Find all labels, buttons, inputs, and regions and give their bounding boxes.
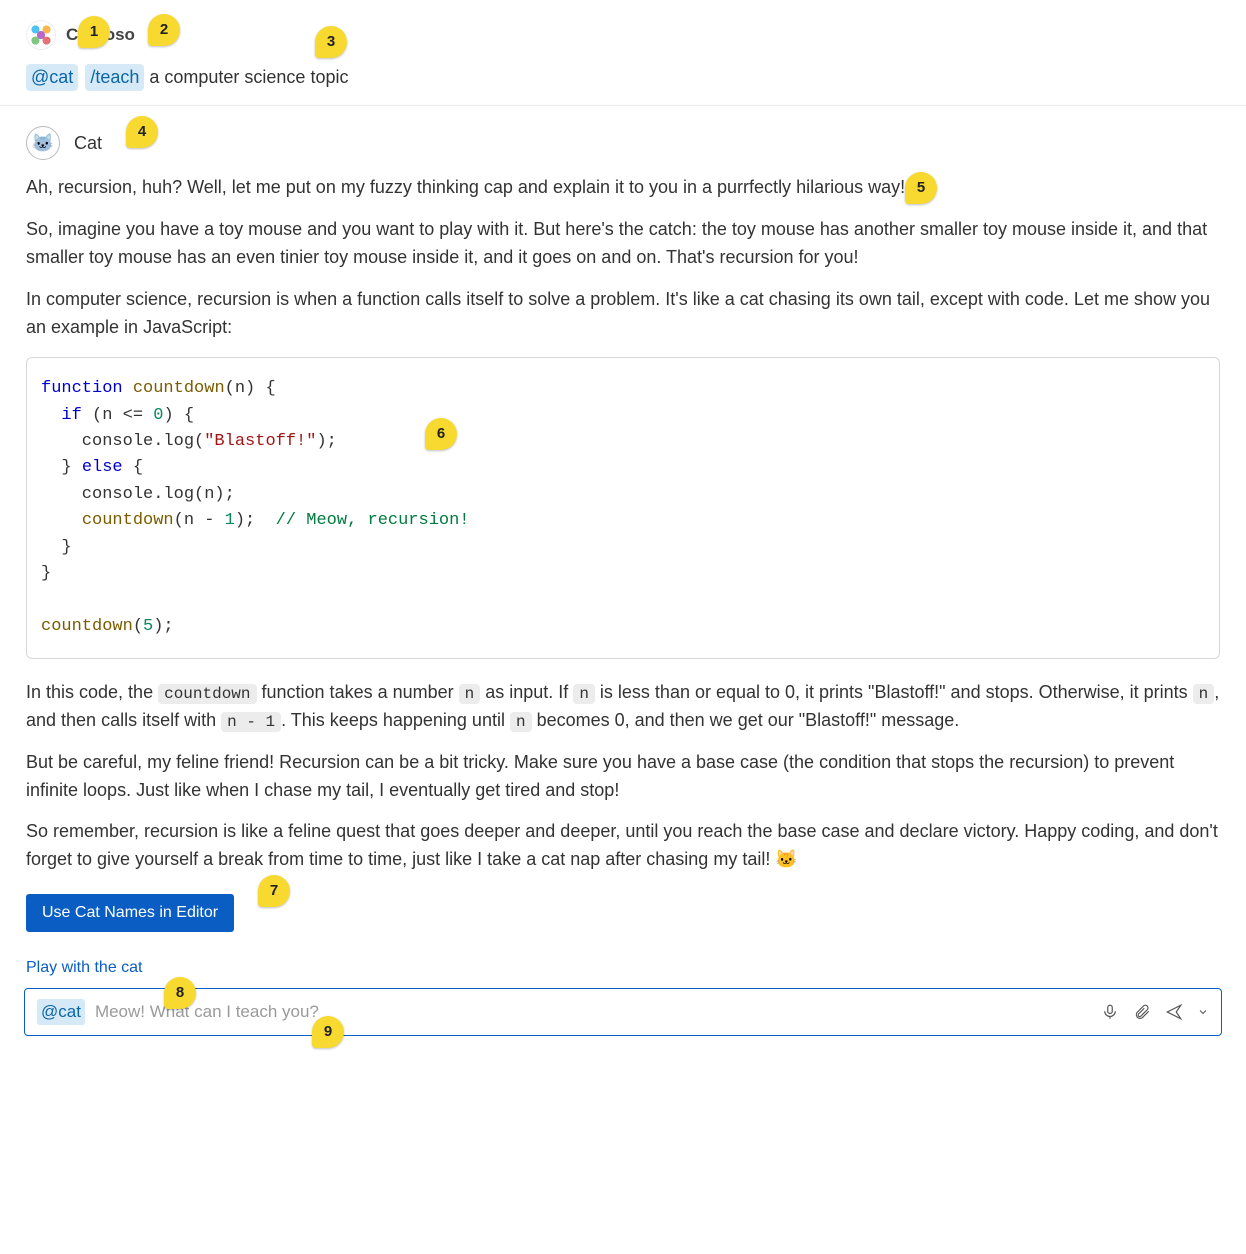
agent-paragraph: In computer science, recursion is when a… [26, 286, 1220, 342]
use-cat-names-button[interactable]: Use Cat Names in Editor [26, 894, 234, 932]
inline-code: n [1193, 684, 1215, 704]
mention-chip[interactable]: @cat [26, 64, 78, 91]
agent-avatar-icon: 🐱 [26, 126, 60, 160]
agent-paragraph: So, imagine you have a toy mouse and you… [26, 216, 1220, 272]
inline-code: n [459, 684, 481, 704]
mic-icon[interactable] [1101, 1003, 1119, 1021]
attach-icon[interactable] [1133, 1003, 1151, 1021]
chat-input[interactable]: @cat Meow! What can I teach you? [24, 988, 1222, 1036]
inline-code: countdown [158, 684, 256, 704]
agent-paragraph: But be careful, my feline friend! Recurs… [26, 749, 1220, 805]
code-block[interactable]: function countdown(n) { if (n <= 0) { co… [26, 357, 1220, 658]
user-message: Contoso @cat /teach a computer science t… [0, 0, 1246, 106]
user-text-remainder: a computer science topic [144, 67, 348, 87]
inline-code: n - 1 [221, 712, 281, 732]
agent-paragraph: Ah, recursion, huh? Well, let me put on … [26, 174, 1220, 202]
input-mention-chip[interactable]: @cat [37, 999, 85, 1025]
command-chip[interactable]: /teach [85, 64, 144, 91]
chat-input-placeholder: Meow! What can I teach you? [95, 999, 1091, 1025]
suggestion-link[interactable]: Play with the cat [26, 956, 1220, 980]
chevron-down-icon[interactable] [1197, 1006, 1209, 1018]
agent-paragraph: In this code, the countdown function tak… [26, 679, 1220, 735]
username: Contoso [66, 22, 135, 48]
agent-message: 🐱 Cat Ah, recursion, huh? Well, let me p… [0, 106, 1246, 946]
user-avatar-icon [26, 20, 56, 50]
send-icon[interactable] [1165, 1003, 1183, 1021]
inline-code: n [573, 684, 595, 704]
inline-code: n [510, 712, 532, 732]
agent-body: Ah, recursion, huh? Well, let me put on … [26, 174, 1220, 932]
agent-paragraph: So remember, recursion is like a feline … [26, 818, 1220, 874]
user-input-text: @cat /teach a computer science topic [26, 64, 1220, 91]
agent-name: Cat [74, 130, 102, 157]
